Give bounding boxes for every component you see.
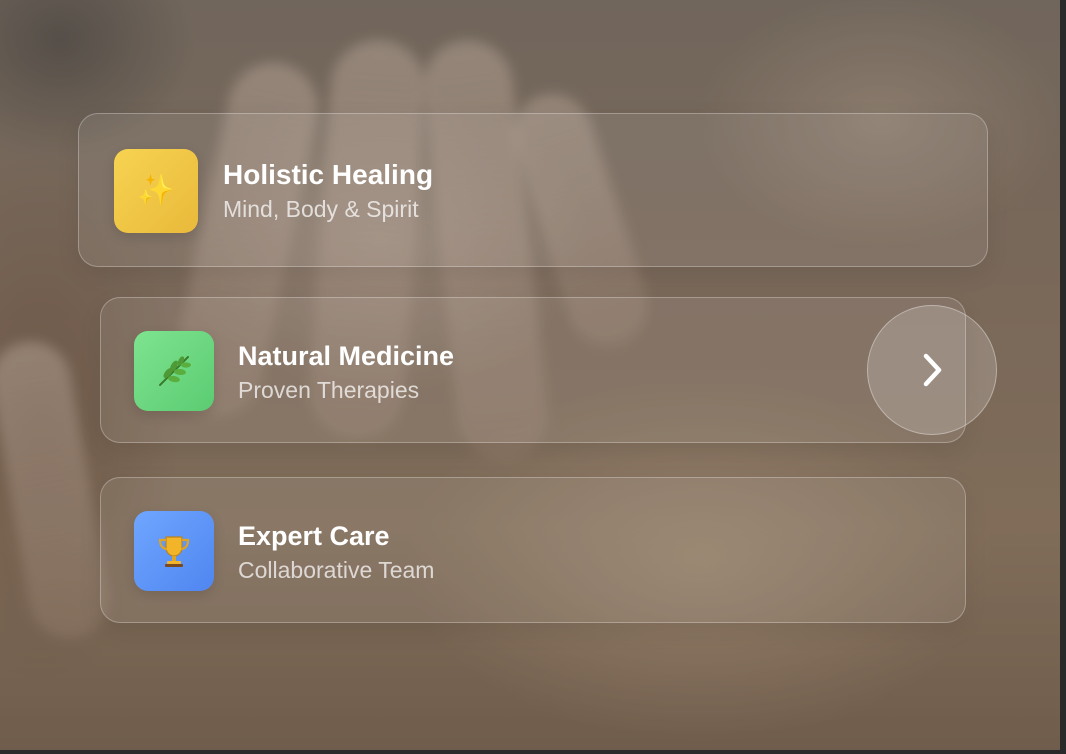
sparkles-icon-tile: ✨ [114, 149, 198, 233]
trophy-icon-tile [134, 511, 214, 591]
feature-card-text: Expert Care Collaborative Team [238, 519, 434, 585]
sparkles-icon: ✨ [137, 174, 175, 207]
feature-card-subtitle: Proven Therapies [238, 377, 420, 403]
feature-card-text: Natural Medicine Proven Therapies [238, 339, 454, 405]
herb-leaf-icon [154, 351, 194, 391]
chevron-right-icon [917, 350, 947, 390]
feature-card-title: Natural Medicine [238, 341, 455, 371]
feature-card-natural-medicine[interactable]: Natural Medicine Proven Therapies [100, 297, 966, 443]
feature-card-text: Holistic Healing Mind, Body & Spirit [223, 158, 433, 224]
feature-card-subtitle: Collaborative Team [238, 557, 435, 583]
feature-card-title: Expert Care [238, 521, 390, 551]
feature-card-holistic-healing[interactable]: ✨ Holistic Healing Mind, Body & Spirit [78, 113, 988, 267]
herb-leaf-icon-tile [134, 331, 214, 411]
trophy-icon [155, 532, 193, 570]
hero-stage: ✨ Holistic Healing Mind, Body & Spirit N… [0, 0, 1066, 754]
feature-card-title: Holistic Healing [223, 159, 434, 190]
frame-edge [1060, 0, 1066, 754]
feature-card-expert-care[interactable]: Expert Care Collaborative Team [100, 477, 966, 623]
feature-card-subtitle: Mind, Body & Spirit [223, 196, 419, 222]
next-button[interactable] [867, 305, 997, 435]
frame-edge [0, 750, 1066, 754]
